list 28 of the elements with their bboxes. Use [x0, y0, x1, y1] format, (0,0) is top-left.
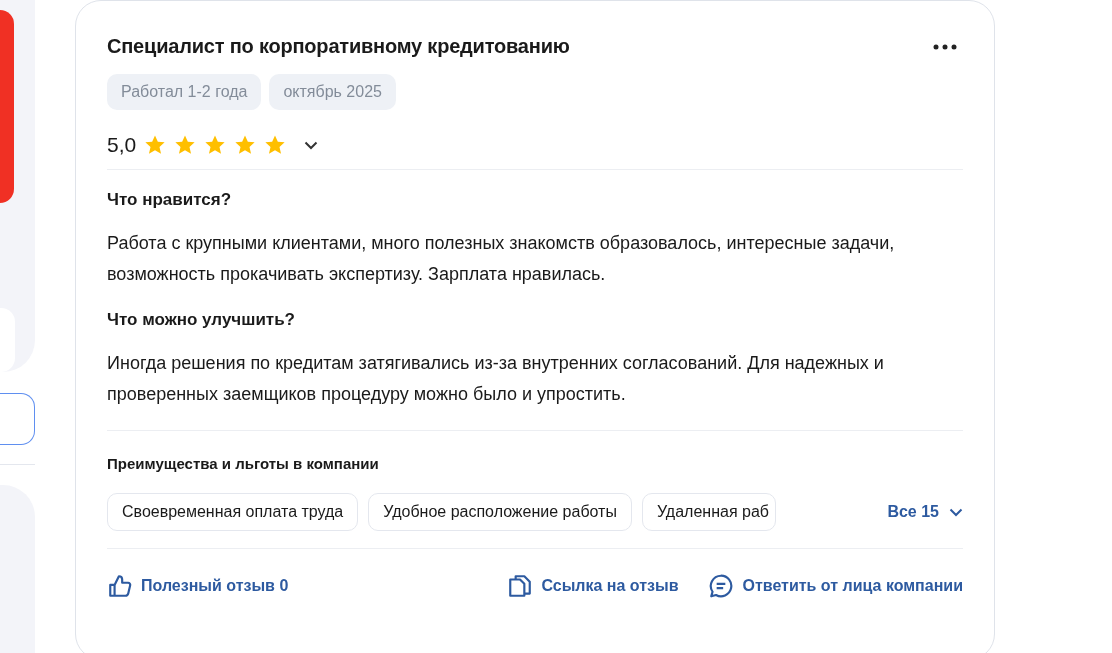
more-icon: [933, 43, 957, 50]
action-button[interactable]: Ссылка на отзыв: [507, 573, 679, 599]
chevron-icon: [304, 140, 319, 150]
section-heading: Что нравится?: [107, 190, 233, 210]
star-icon: [234, 134, 257, 156]
action-button[interactable]: Полезный отзыв 0: [107, 573, 289, 599]
thumbs-up-icon: [107, 573, 133, 599]
chat-bubble-icon: [708, 573, 735, 599]
review-title: Специалист по корпоративному кредитованию: [107, 35, 570, 58]
outlined-field[interactable]: [0, 393, 35, 445]
rating-value: 5,0: [107, 133, 137, 157]
benefits-heading: Преимущества и льготы в компании: [107, 455, 380, 472]
chevron-icon: [949, 507, 963, 517]
action-button[interactable]: Ответить от лица компании: [708, 573, 963, 599]
benefit-chip: Удобное расположение работы: [368, 493, 632, 531]
tag: октябрь 2025: [269, 74, 396, 110]
star-icon: [204, 134, 227, 156]
show-all-button[interactable]: Все 15: [887, 503, 963, 521]
star-icon: [264, 134, 287, 156]
star-icon: [144, 134, 167, 156]
star-icon: [174, 134, 197, 156]
documents-icon: [507, 573, 534, 599]
review-text: Иногда решения по кредитам затягивались из-за внутренних согласований. Для надежных и проверенных заемщиков процедуру можно было и упростить.: [107, 352, 885, 406]
benefit-chip: Своевременная оплата труда: [107, 493, 359, 531]
section-heading: Что можно улучшить?: [107, 310, 296, 330]
benefit-chip: Удаленная раб: [641, 493, 776, 531]
review-text: Работа с крупными клиентами, много полезных знакомств образовалось, интересные задачи, возможность прокачивать экспертизу. Зарплата нравилась.: [107, 232, 896, 286]
tag: Работал 1-2 года: [107, 74, 262, 110]
